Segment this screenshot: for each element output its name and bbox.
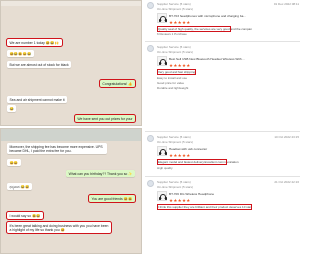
emoji-text: 😂😅: [20, 184, 30, 189]
message-text: But we are almost out of stock for black: [9, 62, 69, 67]
review-quote: Very good and fast shipping: [156, 69, 197, 76]
product-image[interactable]: [157, 191, 167, 201]
reviews-panel: Supplier Service (5 stars) On-time Shipm…: [145, 0, 300, 254]
avatar: [147, 180, 154, 187]
review-card: Supplier Service (5 stars) On-time Shipm…: [145, 43, 300, 123]
product-image[interactable]: [157, 56, 167, 66]
chat-bottom-header: [1, 129, 141, 141]
headset-cup: [164, 19, 167, 22]
onlineship-label: On-time Shipment (5 stars): [157, 185, 194, 189]
highlighted-text: Quality seal of high quality, the servic…: [157, 26, 231, 33]
chat-message[interactable]: We are number 1 today 😃😂🙌: [6, 37, 63, 48]
chat-message[interactable]: Moreover, the shipping fee has become mo…: [7, 143, 107, 155]
emoji-text: 👍: [128, 81, 133, 86]
rating-stars: ★★★★★: [169, 198, 191, 203]
emoji-text: 😃😂🙌: [45, 40, 60, 45]
rating-stars: ★★★★★: [169, 20, 191, 25]
headset-cup: [164, 62, 167, 65]
emoji-text: 😃: [60, 227, 66, 232]
headset-cup: [164, 152, 167, 155]
chat-message[interactable]: 😄😄: [7, 159, 21, 167]
chat-message[interactable]: 😃😂😃😀😂: [7, 50, 35, 58]
quote-tail: and the compan: [230, 27, 253, 32]
avatar: [147, 45, 154, 52]
review-card: Supplier Service (5 stars) On-time Shipm…: [145, 178, 300, 254]
rating-stars: ★★★★★: [169, 153, 191, 158]
review-line: High quality: [157, 166, 173, 170]
headset-cup: [164, 197, 167, 200]
highlighted-text: Very good and fast shipping: [156, 69, 197, 76]
message-text: What can you birthday?? Thank you so ✨: [68, 171, 133, 176]
chat-message[interactable]: I would say so 😃😂: [5, 210, 45, 221]
chat-message[interactable]: 😂: [7, 105, 17, 113]
review-quote: Elegant model and fastest delivery.Excel…: [157, 159, 240, 166]
message-text: It's been great talking and doing busine…: [9, 223, 109, 232]
highlighted-text: Elegant model and fastest delivery.Excel…: [157, 159, 227, 166]
chat-message[interactable]: What can you birthday?? Thank you so ✨: [66, 170, 135, 178]
avatar: [147, 135, 154, 142]
chat-top-panel: We are number 1 today 😃😂🙌 😃😂😃😀😂 But we a…: [0, 0, 142, 126]
onlineship-label: On-time Shipment (5 stars): [157, 50, 194, 54]
chat-message[interactable]: We have sent you out prizes for your: [73, 113, 137, 124]
review-date: 01 Dec 2022 08:11: [273, 2, 299, 6]
chat-message[interactable]: You are good friends 😃😃: [88, 193, 136, 204]
chat-message[interactable]: Sea and air shipment cannot make it: [7, 96, 68, 104]
chat-message[interactable]: But we are almost out of stock for black: [7, 61, 72, 69]
message-text: You are good friends: [91, 196, 123, 201]
onlineship-label: On-time Shipment (5 stars): [157, 140, 194, 144]
emoji-text: 😄😄: [9, 160, 19, 165]
divider: [145, 41, 300, 42]
message-text: Congratulations!: [102, 81, 128, 86]
message-text: Sea and air shipment cannot make it: [9, 97, 65, 102]
emoji-text: 😃😂😃😀😂: [9, 51, 32, 56]
chat-message[interactable]: Congratulations! 👍: [98, 78, 137, 89]
message-text: We have sent you out prizes for your: [77, 116, 133, 121]
message-text: I would say so: [9, 213, 32, 218]
chat-bottom-panel: Moreover, the shipping fee has become mo…: [0, 128, 142, 254]
message-text: ಧನ್ಯವಾದ: [9, 184, 20, 189]
review-date: 21 Oct 2022 22:16: [274, 180, 299, 184]
supplier-service-label: Supplier Service (5 stars): [157, 180, 191, 184]
chat-top-bar: [1, 1, 141, 6]
rating-stars: ★★★★★: [169, 63, 191, 68]
emoji-text: 😃😂: [31, 213, 41, 218]
emoji-text: 😂: [9, 106, 14, 111]
product-image[interactable]: [157, 13, 167, 23]
product-image[interactable]: [157, 146, 167, 156]
product-title[interactable]: Headset with usb connector: [169, 147, 207, 151]
quote-tail: unication: [226, 160, 239, 165]
supplier-service-label: Supplier Service (5 stars): [157, 45, 191, 49]
avatar: [147, 2, 154, 9]
review-line: Durable and lightweight: [157, 86, 189, 90]
review-date: 10 Oct 2022 23:15: [274, 135, 299, 139]
onlineship-label: On-time Shipment (5 stars): [157, 7, 194, 11]
emoji-text: 😃😃: [123, 196, 133, 201]
chat-message[interactable]: It's been great talking and doing busine…: [6, 220, 112, 235]
product-title[interactable]: BT-703 headphones with microphone and ch…: [169, 14, 246, 18]
divider: [145, 176, 300, 177]
product-title[interactable]: Best Sell USB New Bluetooth Headset Wire…: [169, 57, 245, 61]
message-text: Moreover, the shipping fee has become mo…: [9, 144, 103, 153]
buyer-info: 6 Reviews 1 Purchase: [157, 32, 187, 36]
product-title[interactable]: BT-706 DG Wireless Headphone: [169, 192, 214, 196]
review-quote: I think this supplier they are brilliant…: [156, 204, 253, 211]
message-text: We are number 1 today: [9, 40, 45, 45]
supplier-service-label: Supplier Service (5 stars): [157, 135, 191, 139]
review-line: Good price for value: [157, 81, 185, 85]
divider: [145, 131, 300, 132]
highlighted-text: I think this supplier they are brilliant…: [156, 204, 253, 211]
supplier-service-label: Supplier Service (5 stars): [157, 2, 191, 6]
chat-message[interactable]: ಧನ್ಯವಾದ 😂😅: [7, 183, 32, 191]
review-line: Easy to install and use: [157, 76, 188, 80]
